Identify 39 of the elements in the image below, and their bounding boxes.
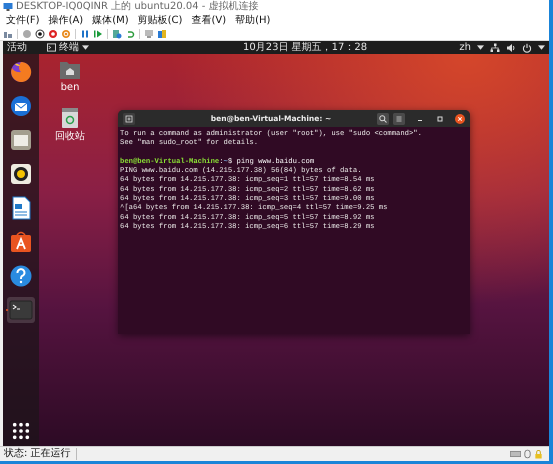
- play-icon[interactable]: [93, 28, 103, 38]
- help-icon: [9, 264, 33, 288]
- volume-icon[interactable]: [506, 42, 516, 52]
- terminal-icon: [9, 298, 33, 322]
- input-method[interactable]: zh: [459, 42, 471, 54]
- menu-item[interactable]: 帮助(H): [235, 14, 270, 26]
- revert-icon[interactable]: [125, 28, 135, 38]
- window-title: DESKTOP-IQ0QINR 上的 ubuntu20.04 - 虚拟机连接: [16, 0, 259, 12]
- keyboard-icon: [510, 450, 521, 458]
- caret-icon[interactable]: [538, 45, 545, 50]
- folder-icon: [9, 128, 33, 152]
- status-text: 状态: 正在运行: [4, 448, 77, 460]
- menu-item[interactable]: 剪贴板(C): [138, 14, 182, 26]
- shopping-bag-icon: [9, 230, 33, 254]
- terminal-icon: [47, 43, 56, 52]
- maximize-icon[interactable]: [435, 114, 445, 124]
- caret-icon[interactable]: [82, 45, 89, 50]
- menu-item[interactable]: 操作(A): [48, 14, 84, 26]
- menu-item[interactable]: 查看(V): [191, 14, 226, 26]
- app-menu-label[interactable]: 终端: [59, 42, 79, 54]
- desktop-icon-label[interactable]: ben: [60, 82, 80, 93]
- network-icon[interactable]: [490, 42, 500, 52]
- speaker-icon: [9, 162, 33, 186]
- monitor-icon: [3, 2, 13, 12]
- menu-icon[interactable]: [393, 112, 405, 124]
- clock[interactable]: 10月23日 星期五，17：28: [243, 42, 368, 54]
- menu-item[interactable]: 媒体(M): [92, 14, 129, 26]
- menu-item[interactable]: 文件(F): [6, 14, 40, 26]
- pause-icon[interactable]: [80, 28, 90, 38]
- lock-icon: [534, 449, 543, 459]
- activities-button[interactable]: 活动: [7, 42, 27, 54]
- trash-icon[interactable]: [61, 107, 79, 129]
- desktop-icon-label[interactable]: 回收站: [55, 131, 85, 142]
- app-grid-icon[interactable]: [12, 422, 30, 440]
- close-icon[interactable]: [455, 114, 465, 124]
- new-tab-icon[interactable]: [123, 112, 135, 124]
- search-icon[interactable]: [377, 112, 389, 124]
- home-folder-icon[interactable]: [59, 60, 81, 80]
- caret-icon[interactable]: [477, 45, 484, 50]
